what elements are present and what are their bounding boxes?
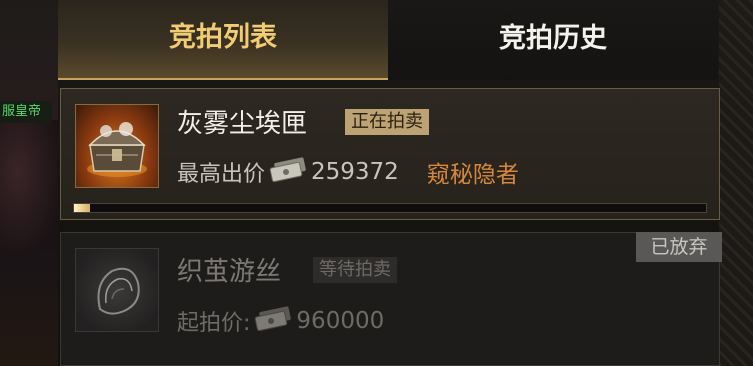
- item-name: 织茧游丝: [177, 257, 282, 287]
- status-badge: 正在拍卖: [345, 109, 429, 135]
- price-label: 起拍价:: [177, 311, 251, 336]
- tab-auction-list[interactable]: 竞拍列表: [58, 0, 388, 80]
- price-label: 最高出价: [177, 162, 266, 187]
- treasure-chest-icon: [75, 104, 159, 188]
- background-scene: [0, 0, 58, 366]
- tab-auction-history[interactable]: 竞拍历史: [388, 0, 718, 80]
- auction-item-card[interactable]: 灰雾尘埃匣 正在拍卖 最高出价 259372 窥秘隐者: [60, 88, 720, 220]
- decorative-border: [719, 0, 753, 366]
- background-character: [0, 120, 58, 250]
- auction-tabs: 竞拍列表 竞拍历史: [58, 0, 718, 80]
- top-bidder-name[interactable]: 窥秘隐者: [427, 155, 519, 189]
- banknote-icon: [269, 156, 307, 188]
- auction-list: 灰雾尘埃匣 正在拍卖 最高出价 259372 窥秘隐者 织茧游丝 等待拍卖 起拍…: [58, 84, 722, 366]
- auction-progress-fill: [74, 204, 90, 212]
- silk-cocoon-icon: [75, 248, 159, 332]
- auction-panel: 服皇帝 竞拍列表 竞拍历史 灰雾尘埃匣 正在拍卖 最高出价 259372 窥秘隐…: [0, 0, 753, 366]
- price-value: 960000: [296, 308, 385, 334]
- price-value: 259372: [311, 159, 399, 185]
- status-badge: 等待拍卖: [313, 257, 397, 283]
- price-row: 最高出价 259372 窥秘隐者: [177, 155, 519, 189]
- abandoned-tag: 已放弃: [636, 232, 722, 262]
- auction-item-card[interactable]: 织茧游丝 等待拍卖 起拍价: 960000: [60, 232, 720, 366]
- auction-progress-bar: [73, 203, 707, 213]
- player-title-label: 服皇帝: [0, 101, 52, 123]
- price-row: 起拍价: 960000: [177, 305, 384, 337]
- item-name: 灰雾尘埃匣: [177, 109, 308, 139]
- banknote-icon: [254, 305, 292, 337]
